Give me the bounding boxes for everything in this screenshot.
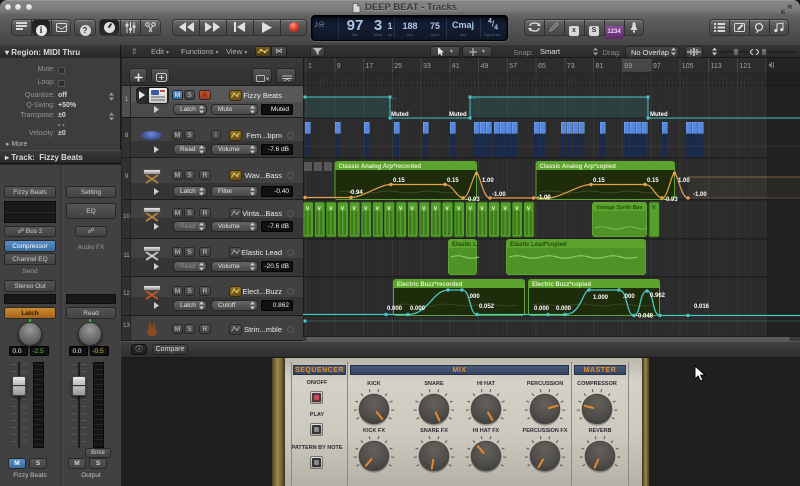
svg-text:--: -- — [393, 96, 397, 102]
svg-text:0.000: 0.000 — [387, 306, 403, 312]
svg-text:∨: ∨ — [503, 206, 507, 212]
svg-text:0.962: 0.962 — [650, 293, 666, 299]
svg-text:-1.00: -1.00 — [492, 192, 506, 198]
svg-text:∨: ∨ — [433, 206, 437, 212]
svg-text:∨: ∨ — [398, 206, 402, 212]
svg-text:65: 65 — [538, 63, 546, 70]
svg-text:17: 17 — [366, 63, 374, 70]
svg-text:57: 57 — [509, 63, 517, 70]
svg-text:0.15: 0.15 — [647, 178, 659, 184]
svg-text:Muted: Muted — [650, 112, 668, 118]
svg-text:-1.00: -1.00 — [537, 195, 551, 201]
svg-text:.000: .000 — [623, 294, 635, 300]
svg-text:1.00: 1.00 — [678, 178, 690, 184]
svg-text:--: -- — [473, 96, 477, 102]
svg-text:121: 121 — [739, 63, 751, 70]
svg-text:9: 9 — [337, 63, 341, 70]
svg-text:∨: ∨ — [352, 206, 356, 212]
svg-text:113: 113 — [711, 63, 722, 70]
svg-text:0.15: 0.15 — [593, 178, 605, 184]
svg-text:33: 33 — [423, 63, 431, 70]
svg-text:0.000: 0.000 — [534, 306, 550, 312]
svg-text:1: 1 — [308, 63, 312, 70]
svg-text:73: 73 — [567, 63, 575, 70]
svg-text:97: 97 — [653, 63, 661, 70]
svg-text:.000: .000 — [468, 294, 480, 300]
svg-text:∨: ∨ — [526, 206, 530, 212]
svg-text:∨: ∨ — [387, 206, 391, 212]
svg-text:Classic Analog Arp*recorded: Classic Analog Arp*recorded — [339, 164, 422, 170]
svg-text:∨: ∨ — [317, 206, 321, 212]
svg-text:0.15: 0.15 — [447, 178, 459, 184]
svg-text:∨: ∨ — [410, 206, 414, 212]
svg-text:89: 89 — [624, 63, 632, 70]
svg-text:0.000: 0.000 — [410, 306, 426, 312]
svg-text:V: V — [652, 205, 656, 211]
svg-text:∨: ∨ — [491, 206, 495, 212]
svg-text:∨: ∨ — [480, 206, 484, 212]
svg-text:0.052: 0.052 — [479, 304, 495, 310]
svg-text:0.000: 0.000 — [556, 306, 572, 312]
svg-text:25: 25 — [394, 63, 402, 70]
svg-text:0.016: 0.016 — [694, 304, 710, 310]
svg-text:Elastic Lead*copied: Elastic Lead*copied — [510, 242, 567, 248]
svg-text:∨: ∨ — [422, 206, 426, 212]
svg-text:49: 49 — [481, 63, 489, 70]
svg-text:Muted: Muted — [449, 112, 467, 118]
svg-text:∨: ∨ — [340, 206, 344, 212]
svg-text:105: 105 — [682, 63, 694, 70]
svg-text:41: 41 — [452, 63, 460, 70]
svg-text:-0.93: -0.93 — [664, 197, 678, 203]
svg-text:-0.048: -0.048 — [636, 314, 654, 320]
svg-text:∨: ∨ — [375, 206, 379, 212]
svg-text:81: 81 — [596, 63, 604, 70]
svg-text:Electric Buzz*recorded: Electric Buzz*recorded — [397, 282, 463, 288]
svg-text:Electric Buzz*copied: Electric Buzz*copied — [532, 282, 591, 288]
svg-text:∨: ∨ — [445, 206, 449, 212]
svg-text:Classic Analog Arp*copied: Classic Analog Arp*copied — [540, 164, 617, 170]
svg-text:-1.00: -1.00 — [693, 192, 707, 198]
svg-text:∨: ∨ — [305, 206, 309, 212]
svg-text:0.15: 0.15 — [393, 178, 405, 184]
svg-text:Elastic L: Elastic L — [452, 242, 477, 248]
svg-text:Vintage Synth Bas: Vintage Synth Bas — [596, 205, 642, 211]
svg-text:1.000: 1.000 — [593, 295, 609, 301]
svg-text:∨: ∨ — [515, 206, 519, 212]
svg-text:Muted: Muted — [391, 112, 409, 118]
svg-text:1.00: 1.00 — [482, 178, 494, 184]
svg-text:∨: ∨ — [329, 206, 333, 212]
svg-text:∨: ∨ — [364, 206, 368, 212]
svg-text:∨: ∨ — [468, 206, 472, 212]
svg-text:∨: ∨ — [457, 206, 461, 212]
